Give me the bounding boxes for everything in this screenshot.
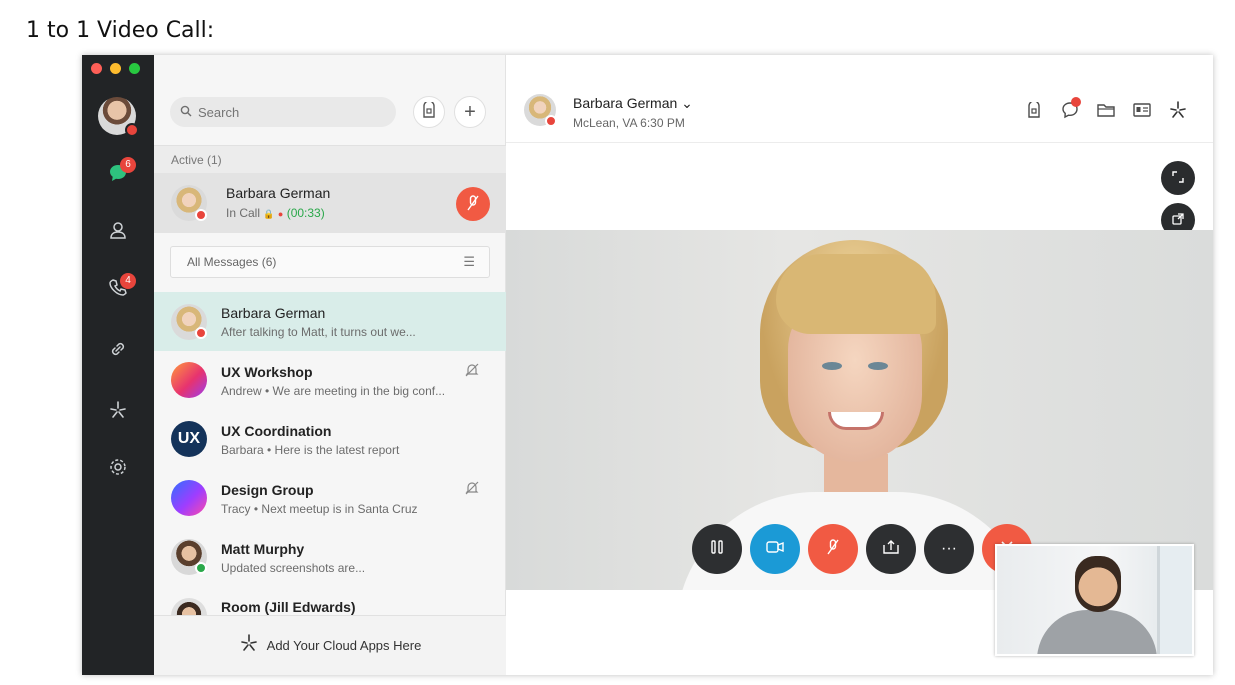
list-item[interactable]: Matt Murphy Updated screenshots are... bbox=[154, 528, 506, 587]
active-call-name: Barbara German bbox=[226, 185, 331, 201]
close-window-button[interactable] bbox=[91, 63, 102, 74]
call-main-area: Barbara German ⌄ McLean, VA 6:30 PM ··· bbox=[506, 55, 1213, 675]
call-timer: (00:33) bbox=[286, 206, 325, 220]
list-item[interactable]: Barbara German After talking to Matt, it… bbox=[154, 292, 506, 351]
list-item-preview: Updated screenshots are... bbox=[221, 561, 366, 575]
add-cloud-apps-button[interactable]: Add Your Cloud Apps Here bbox=[154, 615, 506, 675]
asterisk-icon bbox=[239, 633, 259, 658]
avatar: UX bbox=[171, 421, 207, 457]
door-icon[interactable] bbox=[1023, 99, 1045, 121]
avatar bbox=[171, 362, 207, 398]
contact-card-icon[interactable] bbox=[1131, 99, 1153, 121]
list-item-preview: After talking to Matt, it turns out we..… bbox=[221, 325, 416, 339]
list-item-title: Design Group bbox=[221, 482, 314, 498]
pause-icon bbox=[710, 539, 724, 559]
filter-icon[interactable]: ☰ bbox=[463, 247, 475, 277]
gear-icon[interactable] bbox=[106, 457, 130, 481]
self-view-video[interactable] bbox=[995, 544, 1194, 656]
join-room-button[interactable] bbox=[413, 96, 445, 128]
active-section-header: Active (1) bbox=[154, 145, 506, 173]
folder-icon[interactable] bbox=[1095, 99, 1117, 121]
share-screen-button[interactable] bbox=[866, 524, 916, 574]
list-item-title: UX Coordination bbox=[221, 423, 332, 439]
my-avatar[interactable] bbox=[98, 97, 139, 137]
search-box[interactable] bbox=[170, 97, 396, 127]
list-item-preview: Barbara • Here is the latest report bbox=[221, 443, 400, 457]
chevron-down-icon: ⌄ bbox=[681, 95, 693, 111]
list-item-preview: Tracy • Next meetup is in Santa Cruz bbox=[221, 502, 418, 516]
search-icon bbox=[180, 105, 192, 120]
header-toolbar bbox=[1023, 97, 1189, 121]
local-participant-image bbox=[1075, 556, 1121, 612]
status-busy-indicator bbox=[125, 123, 139, 137]
page-title: 1 to 1 Video Call: bbox=[26, 18, 215, 43]
call-controls: ··· bbox=[692, 524, 1032, 574]
pop-out-icon bbox=[1172, 212, 1184, 228]
list-item-title: UX Workshop bbox=[221, 364, 313, 380]
mute-microphone-button[interactable] bbox=[808, 524, 858, 574]
status-online-indicator bbox=[195, 562, 207, 574]
search-input[interactable] bbox=[198, 104, 368, 120]
asterisk-icon[interactable] bbox=[1167, 99, 1189, 121]
ellipsis-icon: ··· bbox=[941, 540, 957, 557]
call-header: Barbara German ⌄ McLean, VA 6:30 PM bbox=[506, 55, 1213, 143]
list-item-title: Matt Murphy bbox=[221, 541, 305, 557]
list-item[interactable]: Design Group Tracy • Next meetup is in S… bbox=[154, 469, 506, 528]
list-item-title: Barbara German bbox=[221, 305, 326, 321]
video-toggle-button[interactable] bbox=[750, 524, 800, 574]
list-item-preview: Andrew • We are meeting in the big conf.… bbox=[221, 384, 446, 398]
maximize-window-button[interactable] bbox=[129, 63, 140, 74]
conversation-list-pane: + Active (1) Barbara German In Call 🔒 ● … bbox=[154, 55, 506, 675]
list-item-title: Room (Jill Edwards) bbox=[221, 599, 356, 615]
contact-name-dropdown[interactable]: Barbara German ⌄ bbox=[573, 95, 693, 112]
notification-dot bbox=[1071, 97, 1081, 107]
add-cloud-apps-label: Add Your Cloud Apps Here bbox=[266, 638, 422, 653]
asterisk-icon[interactable] bbox=[106, 400, 130, 424]
list-item[interactable]: UX Workshop Andrew • We are meeting in t… bbox=[154, 351, 506, 410]
link-icon[interactable] bbox=[106, 339, 130, 363]
filter-label: All Messages (6) bbox=[187, 255, 277, 269]
fullscreen-button[interactable] bbox=[1161, 161, 1195, 195]
mute-button[interactable] bbox=[456, 187, 490, 221]
nav-rail: 6 4 bbox=[82, 55, 154, 675]
avatar bbox=[171, 480, 207, 516]
chat-badge: 6 bbox=[120, 157, 136, 173]
calls-badge: 4 bbox=[120, 273, 136, 289]
status-busy-indicator bbox=[545, 115, 557, 127]
status-busy-indicator bbox=[195, 209, 207, 221]
video-camera-icon bbox=[766, 540, 784, 558]
avatar bbox=[171, 598, 207, 615]
hold-button[interactable] bbox=[692, 524, 742, 574]
new-conversation-button[interactable]: + bbox=[454, 96, 486, 128]
active-call-row[interactable]: Barbara German In Call 🔒 ● (00:33) bbox=[154, 173, 506, 233]
notifications-muted-icon bbox=[465, 363, 479, 380]
message-filter[interactable]: All Messages (6) ☰ bbox=[170, 246, 490, 278]
more-options-button[interactable]: ··· bbox=[924, 524, 974, 574]
plus-icon: + bbox=[464, 100, 476, 123]
share-icon bbox=[883, 539, 899, 559]
list-item[interactable]: UX UX Coordination Barbara • Here is the… bbox=[154, 410, 506, 469]
expand-icon bbox=[1172, 170, 1184, 186]
list-item[interactable]: Room (Jill Edwards) bbox=[154, 587, 506, 615]
app-window: 6 4 + bbox=[82, 55, 1213, 675]
door-icon bbox=[422, 99, 436, 123]
minimize-window-button[interactable] bbox=[110, 63, 121, 74]
contact-location: McLean, VA 6:30 PM bbox=[573, 116, 685, 130]
call-status-text: In Call bbox=[226, 206, 261, 220]
notifications-muted-icon bbox=[465, 481, 479, 498]
lock-icon: 🔒 bbox=[263, 209, 275, 219]
microphone-muted-icon bbox=[467, 194, 479, 214]
status-busy-indicator bbox=[195, 327, 207, 339]
active-call-status: In Call 🔒 ● (00:33) bbox=[226, 206, 325, 220]
person-icon[interactable] bbox=[106, 220, 130, 244]
microphone-muted-icon bbox=[827, 538, 839, 560]
contact-name: Barbara German bbox=[573, 95, 678, 111]
record-dot-icon: ● bbox=[277, 209, 284, 219]
chat-bubble-icon[interactable] bbox=[1059, 97, 1081, 121]
